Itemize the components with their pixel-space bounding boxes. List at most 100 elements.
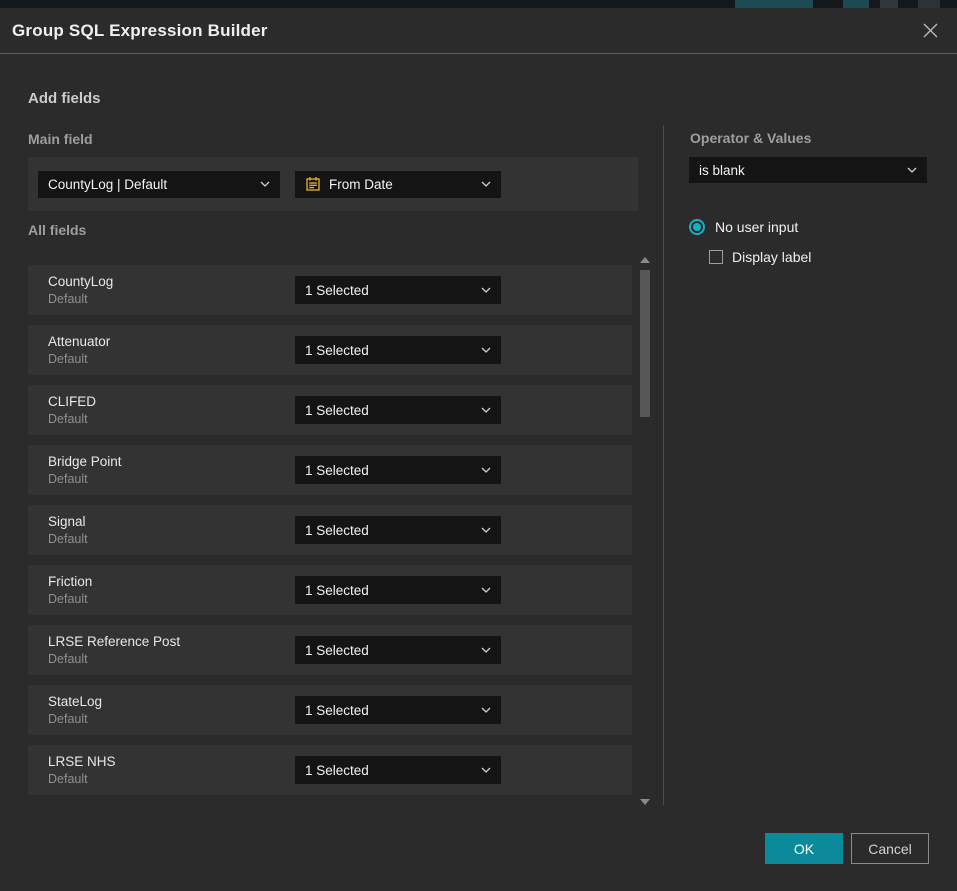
chevron-down-icon (481, 347, 491, 353)
layer-select-dropdown[interactable]: CountyLog | Default (38, 171, 280, 198)
field-selection-value: 1 Selected (305, 583, 473, 598)
field-list-item: LRSE NHS Default 1 Selected (28, 745, 632, 795)
field-texts: LRSE Reference Post Default (48, 632, 180, 668)
field-subtitle: Default (48, 351, 110, 368)
chevron-down-icon (481, 181, 491, 187)
field-selection-value: 1 Selected (305, 703, 473, 718)
add-fields-heading: Add fields (28, 90, 101, 107)
field-subtitle: Default (48, 651, 180, 668)
field-subtitle: Default (48, 771, 116, 788)
field-name: CountyLog (48, 272, 113, 291)
field-list-item: Bridge Point Default 1 Selected (28, 445, 632, 495)
vertical-divider (663, 125, 664, 805)
all-fields-label: All fields (28, 222, 86, 238)
no-user-input-label: No user input (715, 219, 798, 235)
field-list-item: LRSE Reference Post Default 1 Selected (28, 625, 632, 675)
field-selection-value: 1 Selected (305, 463, 473, 478)
field-list-item: CLIFED Default 1 Selected (28, 385, 632, 435)
field-selection-value: 1 Selected (305, 343, 473, 358)
field-texts: CLIFED Default (48, 392, 96, 428)
chevron-down-icon (481, 767, 491, 773)
cancel-button[interactable]: Cancel (851, 833, 929, 864)
radio-button-icon[interactable] (689, 219, 705, 235)
field-name: CLIFED (48, 392, 96, 411)
field-name: LRSE Reference Post (48, 632, 180, 651)
dialog-title: Group SQL Expression Builder (12, 21, 268, 41)
field-subtitle: Default (48, 471, 122, 488)
field-list-item: Attenuator Default 1 Selected (28, 325, 632, 375)
display-label-label: Display label (732, 249, 811, 265)
fields-list-scrollbar[interactable] (639, 257, 651, 805)
scrollbar-thumb[interactable] (640, 270, 650, 417)
dialog-header: Group SQL Expression Builder (0, 8, 957, 54)
field-subtitle: Default (48, 411, 96, 428)
all-fields-list: CountyLog Default 1 Selected Attenuator … (28, 265, 632, 805)
field-texts: Friction Default (48, 572, 92, 608)
chevron-down-icon (481, 407, 491, 413)
chevron-down-icon (481, 587, 491, 593)
field-texts: Attenuator Default (48, 332, 110, 368)
backdrop-fragment (880, 0, 898, 8)
field-selection-dropdown[interactable]: 1 Selected (295, 576, 501, 604)
calendar-date-icon (305, 176, 321, 192)
field-texts: Bridge Point Default (48, 452, 122, 488)
chevron-down-icon (481, 287, 491, 293)
field-selection-dropdown[interactable]: 1 Selected (295, 696, 501, 724)
close-icon (922, 22, 939, 39)
field-name: Bridge Point (48, 452, 122, 471)
scroll-up-arrow-icon[interactable] (640, 257, 650, 263)
field-subtitle: Default (48, 591, 92, 608)
field-name: Signal (48, 512, 88, 531)
display-label-checkbox-row[interactable]: Display label (709, 249, 811, 265)
field-name: Friction (48, 572, 92, 591)
operator-dropdown[interactable]: is blank (689, 157, 927, 183)
field-selection-value: 1 Selected (305, 403, 473, 418)
field-select-dropdown[interactable]: From Date (295, 171, 501, 198)
field-selection-dropdown[interactable]: 1 Selected (295, 456, 501, 484)
field-selection-dropdown[interactable]: 1 Selected (295, 396, 501, 424)
chevron-down-icon (481, 647, 491, 653)
operator-values-heading: Operator & Values (690, 130, 811, 146)
checkbox-icon[interactable] (709, 250, 723, 264)
field-select-value: From Date (329, 177, 465, 192)
field-texts: CountyLog Default (48, 272, 113, 308)
field-list-item: Signal Default 1 Selected (28, 505, 632, 555)
scroll-down-arrow-icon[interactable] (640, 799, 650, 805)
backdrop-strip (0, 0, 957, 8)
field-subtitle: Default (48, 291, 113, 308)
layer-select-value: CountyLog | Default (48, 177, 252, 192)
chevron-down-icon (481, 527, 491, 533)
field-name: Attenuator (48, 332, 110, 351)
field-subtitle: Default (48, 711, 102, 728)
main-field-panel: CountyLog | Default From Date (28, 157, 638, 211)
ok-button[interactable]: OK (765, 833, 843, 864)
chevron-down-icon (481, 707, 491, 713)
field-selection-dropdown[interactable]: 1 Selected (295, 636, 501, 664)
field-selection-value: 1 Selected (305, 283, 473, 298)
field-selection-value: 1 Selected (305, 763, 473, 778)
field-selection-dropdown[interactable]: 1 Selected (295, 516, 501, 544)
group-sql-expression-builder-dialog: Group SQL Expression Builder Add fields … (0, 8, 957, 891)
field-selection-value: 1 Selected (305, 523, 473, 538)
chevron-down-icon (481, 467, 491, 473)
field-subtitle: Default (48, 531, 88, 548)
backdrop-fragment (843, 0, 869, 8)
chevron-down-icon (260, 181, 270, 187)
field-name: LRSE NHS (48, 752, 116, 771)
backdrop-fragment (918, 0, 940, 8)
main-field-label: Main field (28, 131, 93, 147)
close-button[interactable] (919, 20, 941, 42)
field-list-item: Friction Default 1 Selected (28, 565, 632, 615)
field-selection-dropdown[interactable]: 1 Selected (295, 756, 501, 784)
no-user-input-radio-row[interactable]: No user input (689, 219, 798, 235)
field-name: StateLog (48, 692, 102, 711)
field-selection-value: 1 Selected (305, 643, 473, 658)
field-list-item: StateLog Default 1 Selected (28, 685, 632, 735)
chevron-down-icon (907, 167, 917, 173)
field-list-item: CountyLog Default 1 Selected (28, 265, 632, 315)
field-selection-dropdown[interactable]: 1 Selected (295, 336, 501, 364)
field-texts: LRSE NHS Default (48, 752, 116, 788)
field-texts: StateLog Default (48, 692, 102, 728)
field-selection-dropdown[interactable]: 1 Selected (295, 276, 501, 304)
operator-value: is blank (699, 163, 899, 178)
